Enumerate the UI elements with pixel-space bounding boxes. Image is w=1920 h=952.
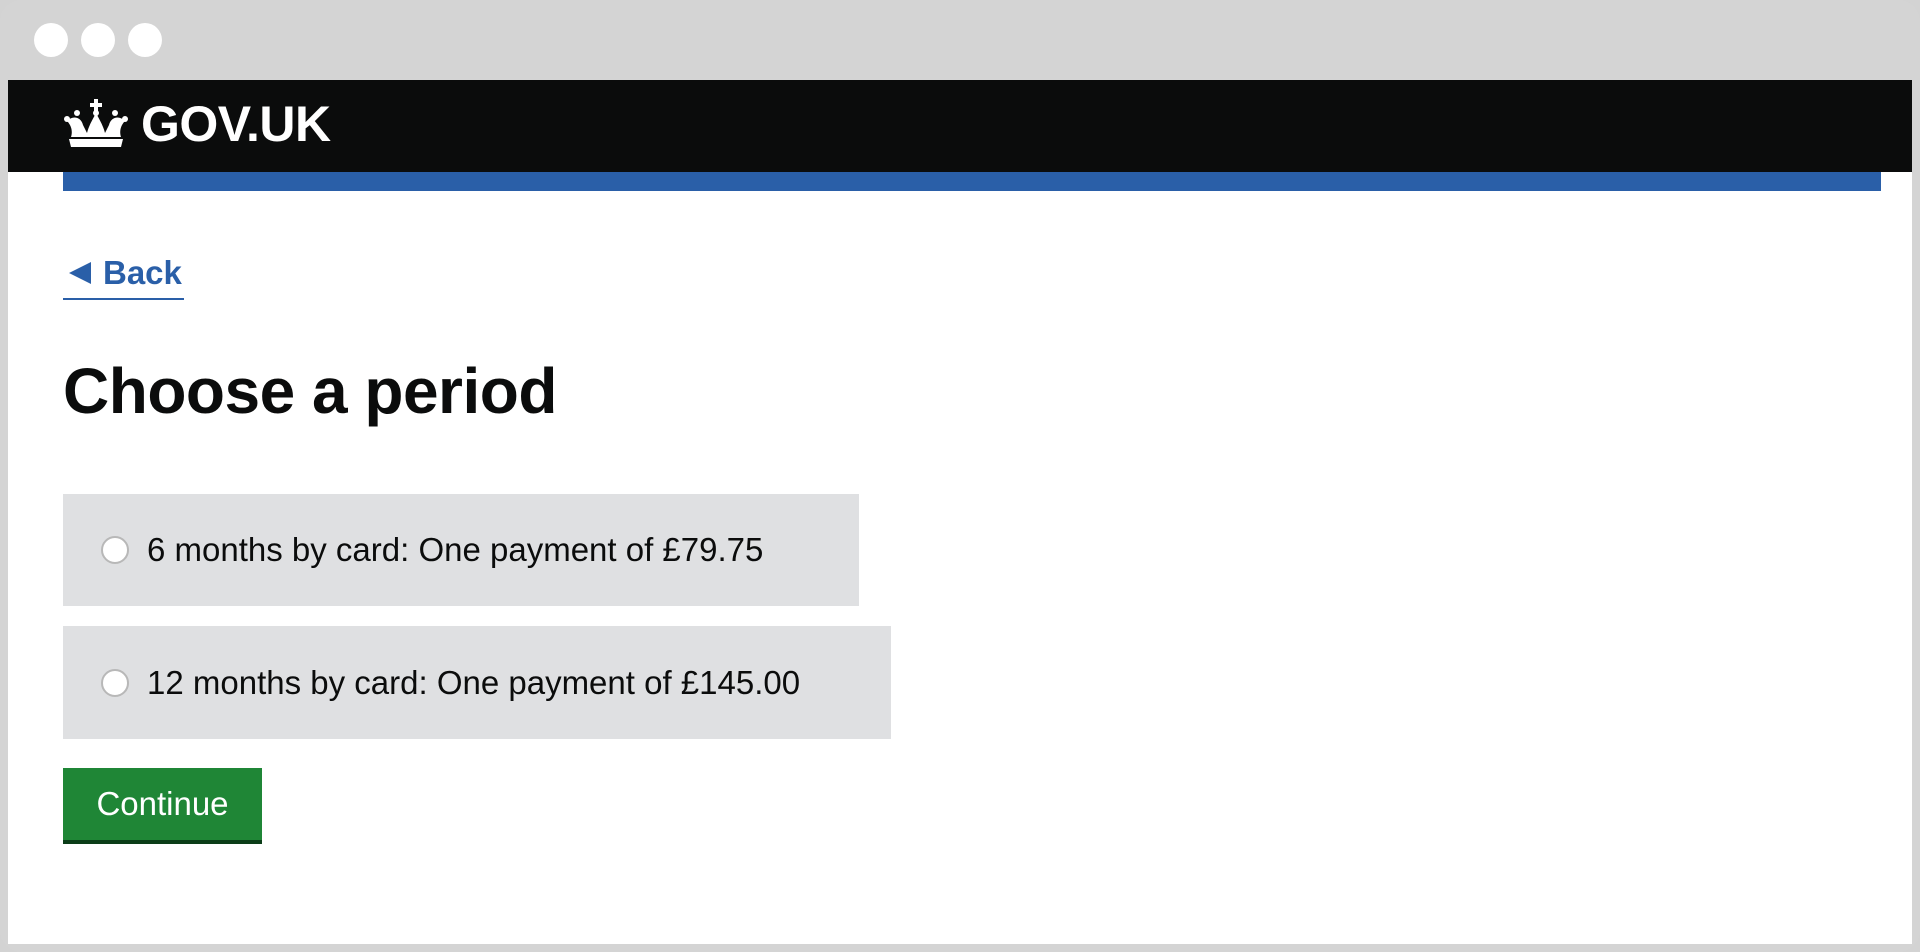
page-title: Choose a period (63, 355, 557, 427)
radio-option-12-months[interactable]: 12 months by card: One payment of £145.0… (63, 626, 891, 739)
left-triangle-icon (69, 262, 91, 284)
window-titlebar (0, 0, 1920, 80)
back-link[interactable]: Back (63, 248, 184, 300)
govuk-header: GOV.UK (8, 80, 1912, 172)
radio-option-6-months[interactable]: 6 months by card: One payment of £79.75 (63, 494, 859, 606)
radio-button[interactable] (101, 536, 129, 564)
radio-option-label: 6 months by card: One payment of £79.75 (147, 531, 764, 568)
page-viewport: GOV.UK Back Choose a period 6 months by … (8, 80, 1912, 944)
logo-text: GOV.UK (141, 96, 331, 152)
radio-option-label: 12 months by card: One payment of £145.0… (147, 663, 801, 701)
back-link-label: Back (103, 254, 182, 291)
browser-window: GOV.UK Back Choose a period 6 months by … (0, 0, 1920, 952)
continue-button[interactable]: Continue (63, 768, 262, 844)
govuk-logo-link[interactable]: GOV.UK (63, 94, 331, 154)
header-accent-bar (63, 172, 1881, 191)
crown-icon (64, 99, 128, 147)
radio-button[interactable] (101, 668, 129, 697)
window-minimize-button[interactable] (81, 23, 115, 57)
window-maximize-button[interactable] (128, 23, 162, 57)
window-close-button[interactable] (34, 23, 68, 57)
